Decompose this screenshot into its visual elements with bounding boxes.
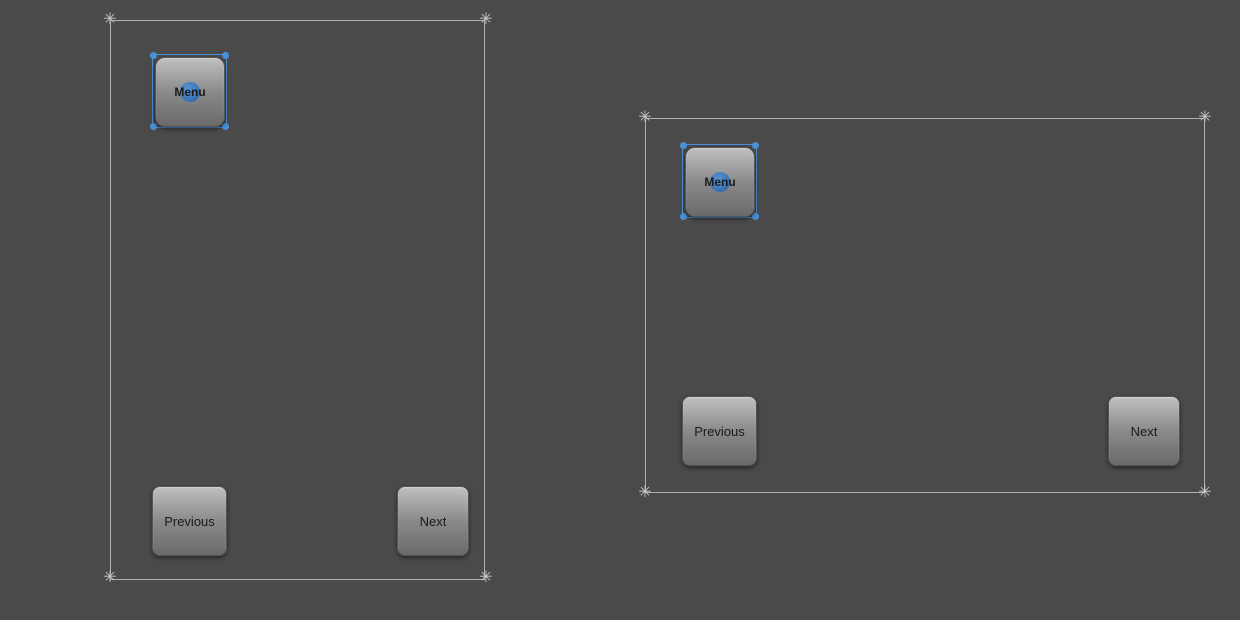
panel2-corner-tl[interactable]: ✳ <box>638 111 652 125</box>
panel2-previous-label: Previous <box>694 424 745 439</box>
panel2-corner-tr[interactable]: ✳ <box>1198 111 1212 125</box>
panel1-previous-label: Previous <box>164 514 215 529</box>
panel1-previous-button[interactable]: Previous <box>152 486 227 556</box>
handle-tl[interactable] <box>150 52 157 59</box>
panel1-corner-bl[interactable]: ✳ <box>103 571 117 585</box>
handle-tr[interactable] <box>222 52 229 59</box>
panel2-next-label: Next <box>1131 424 1158 439</box>
panel1-corner-br[interactable]: ✳ <box>479 571 493 585</box>
handle-tr[interactable] <box>752 142 759 149</box>
handle-br[interactable] <box>752 213 759 220</box>
panel2-previous-button[interactable]: Previous <box>682 396 757 466</box>
panel2-corner-br[interactable]: ✳ <box>1198 486 1212 500</box>
handle-br[interactable] <box>222 123 229 130</box>
panel1-menu-button[interactable]: Menu <box>155 57 225 127</box>
handle-tl[interactable] <box>680 142 687 149</box>
panel2-next-button[interactable]: Next <box>1108 396 1180 466</box>
panel1-next-label: Next <box>420 514 447 529</box>
panel1-next-button[interactable]: Next <box>397 486 469 556</box>
panel1-corner-tr[interactable]: ✳ <box>479 13 493 27</box>
panel2-corner-bl[interactable]: ✳ <box>638 486 652 500</box>
panel1-menu-label: Menu <box>174 85 205 99</box>
panel1-corner-tl[interactable]: ✳ <box>103 13 117 27</box>
panel2-menu-button[interactable]: Menu <box>685 147 755 217</box>
handle-bl[interactable] <box>680 213 687 220</box>
panel2-menu-label: Menu <box>704 175 735 189</box>
handle-bl[interactable] <box>150 123 157 130</box>
